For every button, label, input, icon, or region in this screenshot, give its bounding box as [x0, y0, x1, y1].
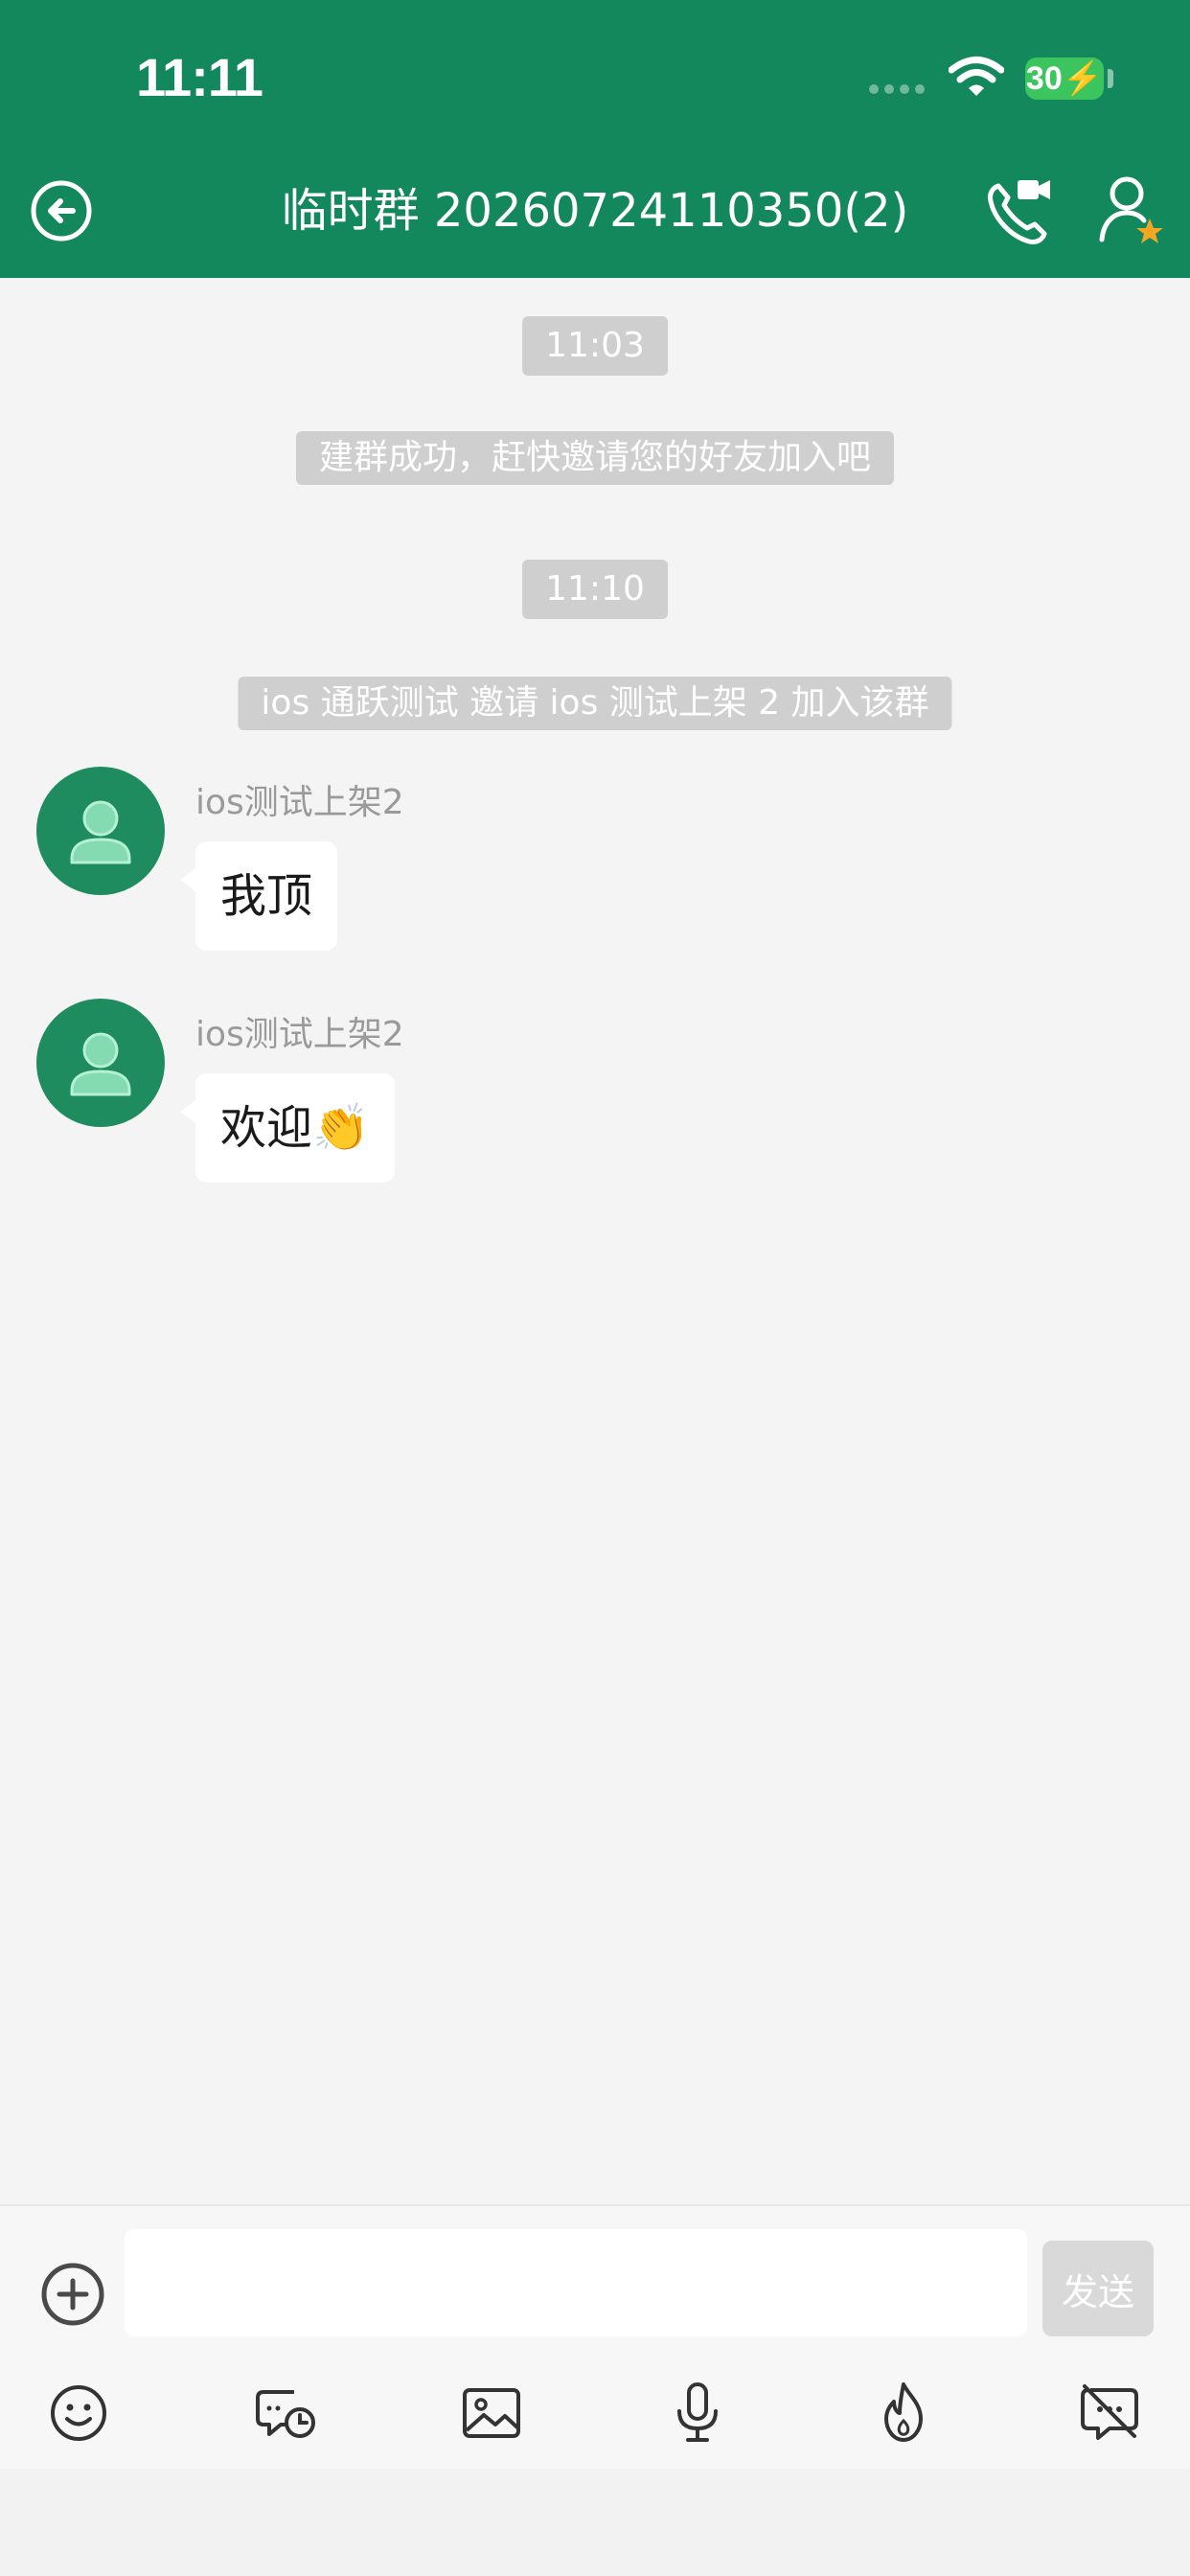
- video-call-icon[interactable]: [985, 172, 1054, 249]
- composer-bar: 发送: [0, 2204, 1190, 2471]
- status-time: 11:11: [136, 47, 263, 107]
- system-notice: 建群成功，赶快邀请您的好友加入吧: [295, 431, 895, 485]
- sender-avatar[interactable]: [36, 999, 165, 1127]
- sender-avatar[interactable]: [36, 767, 165, 895]
- microphone-icon[interactable]: [659, 2375, 736, 2451]
- scheduled-message-icon[interactable]: [246, 2375, 323, 2451]
- emoji-icon[interactable]: [40, 2375, 117, 2451]
- message-list[interactable]: 11:03 建群成功，赶快邀请您的好友加入吧 11:10 ios 通跃测试 邀请…: [0, 278, 1190, 2204]
- sender-name: ios测试上架2: [195, 1015, 404, 1054]
- chat-title: 临时群 20260724110350(2): [281, 184, 909, 238]
- user-icon: [70, 800, 131, 864]
- burn-after-reading-icon[interactable]: [865, 2375, 942, 2451]
- message-bubble[interactable]: 欢迎👏: [180, 1073, 395, 1183]
- user-icon: [70, 1032, 131, 1096]
- timestamp-divider: 11:03: [522, 316, 668, 376]
- message-input[interactable]: [125, 2229, 1027, 2336]
- group-members-icon[interactable]: [1098, 172, 1167, 249]
- charging-bolt-icon: ⚡: [1062, 60, 1104, 97]
- image-icon[interactable]: [453, 2375, 530, 2451]
- timestamp-divider: 11:10: [522, 560, 668, 619]
- home-indicator-area: [0, 2469, 1190, 2576]
- battery-tip: [1108, 69, 1113, 88]
- back-button[interactable]: [29, 178, 94, 243]
- battery-level: 30: [1025, 60, 1063, 97]
- message-bubble[interactable]: 我顶: [179, 841, 338, 951]
- header-bar: 11:11 30⚡ 临时群 20260724110350(2): [0, 0, 1190, 278]
- send-button[interactable]: 发送: [1042, 2241, 1154, 2336]
- system-notice: ios 通跃测试 邀请 ios 测试上架 2 加入该群: [238, 677, 952, 730]
- plus-icon[interactable]: [38, 2260, 107, 2329]
- wifi-icon: [949, 57, 1004, 96]
- battery-indicator: 30⚡: [1025, 58, 1104, 100]
- hide-chat-icon[interactable]: [1071, 2375, 1148, 2451]
- cellular-signal-icon: [869, 84, 925, 94]
- sender-name: ios测试上架2: [195, 783, 404, 822]
